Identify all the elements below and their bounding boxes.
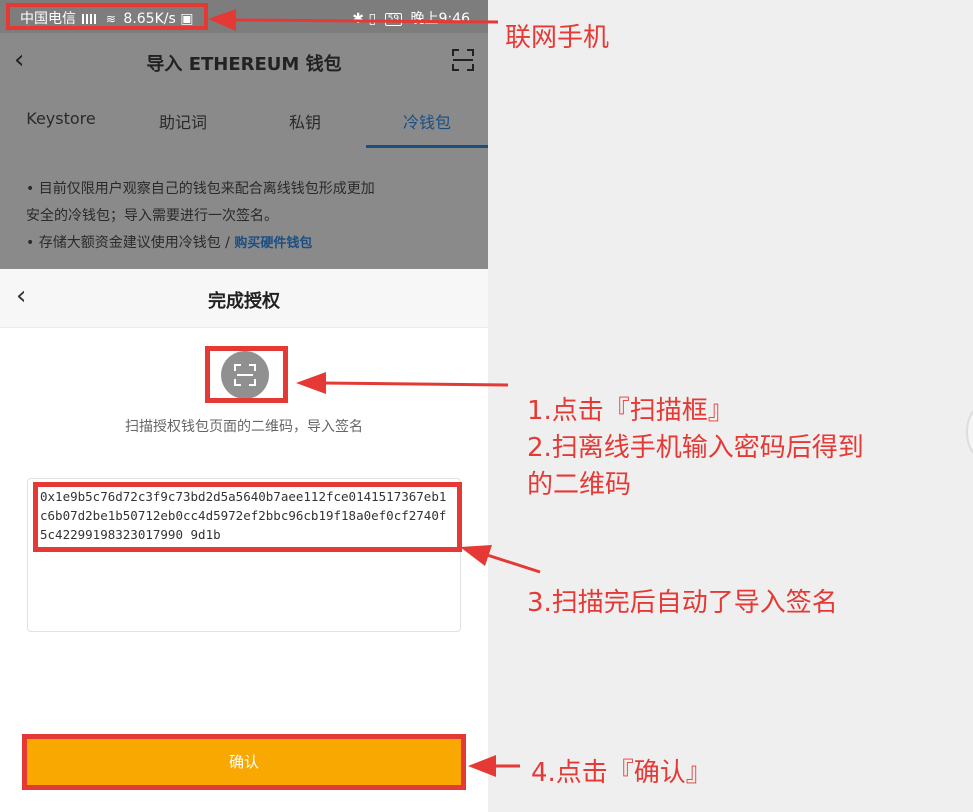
annotation-step1: 1.点击『扫描框』 [527,396,734,426]
annotation-steps: 1.点击『扫描框』 2.扫离线手机输入密码后得到 的二维码 [527,393,864,504]
annotation-step3: 3.扫描完后自动了导入签名 [527,588,838,618]
annotation-step2-cont: 的二维码 [527,470,632,500]
annotation-step4: 4.点击『确认』 [531,758,712,788]
annotation-step2: 2.扫离线手机输入密码后得到 [527,433,864,463]
annotation-phone-label: 联网手机 [505,23,610,53]
